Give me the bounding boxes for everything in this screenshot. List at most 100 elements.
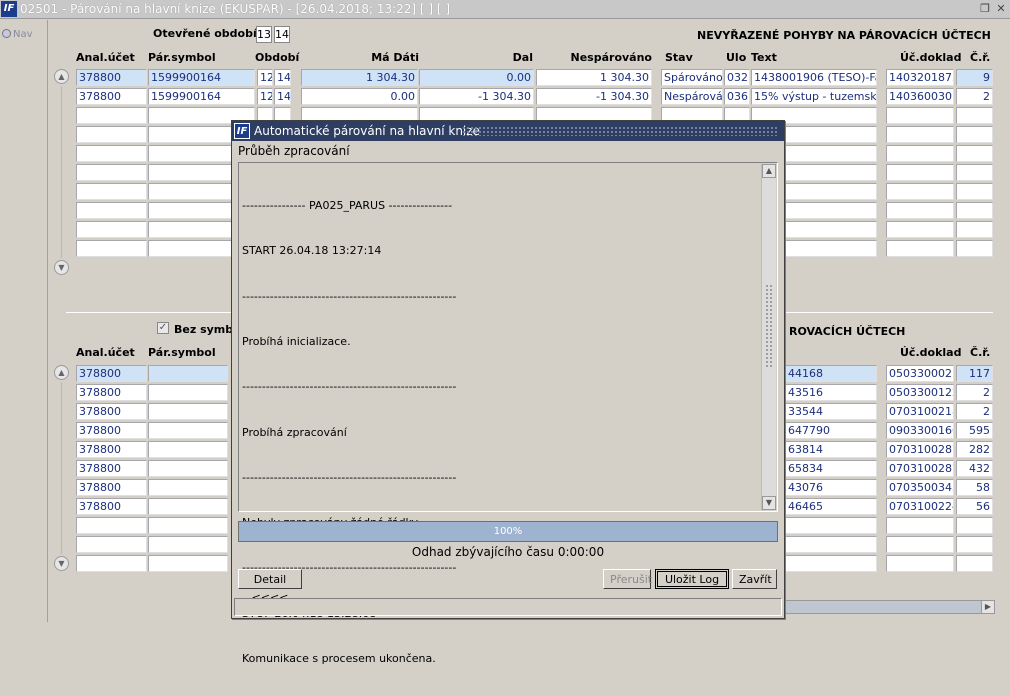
cell-text[interactable]: 44168 <box>785 365 877 382</box>
scroll-down-button[interactable]: ▼ <box>54 260 69 275</box>
close-icon[interactable]: ✕ <box>994 2 1008 16</box>
empty-cell[interactable] <box>956 126 993 143</box>
cell-cr[interactable] <box>956 555 993 572</box>
cell-cr[interactable]: 117 <box>956 365 993 382</box>
cell-par-symbol[interactable] <box>148 555 228 572</box>
cell-text[interactable]: 33544 <box>785 403 877 420</box>
log-output[interactable]: ---------------- PA025_PARUS -----------… <box>238 162 778 665</box>
cell-cr[interactable]: 56 <box>956 498 993 515</box>
empty-cell[interactable] <box>76 145 147 162</box>
cell-anal-ucet[interactable]: 378800 <box>76 441 147 458</box>
cell-ulo[interactable]: 032 <box>724 69 750 86</box>
scroll-thumb[interactable] <box>765 284 773 369</box>
cell-par-symbol[interactable] <box>148 517 228 534</box>
cell-cr[interactable] <box>956 536 993 553</box>
cell-anal-ucet[interactable]: 378800 <box>76 422 147 439</box>
cell-cr[interactable]: 2 <box>956 88 993 105</box>
empty-cell[interactable] <box>76 202 147 219</box>
cell-cr[interactable]: 282 <box>956 441 993 458</box>
empty-cell[interactable] <box>76 126 147 143</box>
restore-icon[interactable]: ❐ <box>978 2 992 16</box>
cell-nesparovano[interactable]: -1 304.30 <box>536 88 652 105</box>
cell-uc-doklad[interactable]: 0703500345 <box>886 479 954 496</box>
cell-par-symbol[interactable] <box>148 460 228 477</box>
cell-par-symbol[interactable] <box>148 498 228 515</box>
empty-cell[interactable] <box>956 202 993 219</box>
cell-anal-ucet[interactable]: 378800 <box>76 479 147 496</box>
cell-cr[interactable] <box>956 517 993 534</box>
cell-text[interactable]: 1438001906 (TESO)-Fakt <box>751 69 877 86</box>
cell-uc-doklad[interactable]: 0503300122 <box>886 384 954 401</box>
cell-par-symbol[interactable] <box>148 479 228 496</box>
cell-anal-ucet[interactable] <box>76 517 147 534</box>
cell-anal-ucet[interactable]: 378800 <box>76 88 147 105</box>
cell-uc-doklad[interactable] <box>886 517 954 534</box>
scroll-up-icon[interactable]: ▲ <box>762 164 776 178</box>
cell-cr[interactable]: 595 <box>956 422 993 439</box>
cell-uc-doklad[interactable]: 1403201873 <box>886 69 954 86</box>
cell-cr[interactable]: 9 <box>956 69 993 86</box>
cell-text[interactable]: 46465 <box>785 498 877 515</box>
cell-text[interactable]: 15% výstup - tuzemsko <box>751 88 877 105</box>
cell-cr[interactable]: 432 <box>956 460 993 477</box>
cell-text[interactable] <box>785 517 877 534</box>
cell-anal-ucet[interactable]: 378800 <box>76 365 147 382</box>
empty-cell[interactable] <box>956 164 993 181</box>
scroll-down-button[interactable]: ▼ <box>54 556 69 571</box>
cell-uc-doklad[interactable]: 1403600301 <box>886 88 954 105</box>
bez-symbolu-checkbox[interactable]: ✓ <box>157 322 169 334</box>
scroll-right-icon[interactable]: ▶ <box>981 601 994 613</box>
empty-cell[interactable] <box>956 107 993 124</box>
cell-par-symbol[interactable] <box>148 365 228 382</box>
cell-obdobi-to[interactable]: 14 <box>274 88 291 105</box>
interrupt-button[interactable]: Přerušit <box>603 569 652 589</box>
cell-text[interactable]: 43076 <box>785 479 877 496</box>
cell-anal-ucet[interactable]: 378800 <box>76 460 147 477</box>
cell-uc-doklad[interactable]: 0703100218 <box>886 403 954 420</box>
save-log-button[interactable]: Uložit Log <box>655 569 729 589</box>
empty-cell[interactable] <box>956 145 993 162</box>
empty-cell[interactable] <box>886 145 954 162</box>
cell-text[interactable]: 63814 <box>785 441 877 458</box>
cell-anal-ucet[interactable]: 378800 <box>76 403 147 420</box>
empty-cell[interactable] <box>886 164 954 181</box>
log-scrollbar[interactable]: ▲ ▼ <box>761 164 776 510</box>
cell-text[interactable]: 647790 <box>785 422 877 439</box>
cell-cr[interactable]: 2 <box>956 384 993 401</box>
empty-cell[interactable] <box>956 240 993 257</box>
cell-uc-doklad[interactable]: 0703100287 <box>886 460 954 477</box>
cell-text[interactable] <box>785 536 877 553</box>
cell-par-symbol[interactable] <box>148 536 228 553</box>
cell-par-symbol[interactable] <box>148 441 228 458</box>
cell-uc-doklad[interactable]: 0703100224 <box>886 498 954 515</box>
close-button[interactable]: Zavřít <box>732 569 777 589</box>
empty-cell[interactable] <box>956 183 993 200</box>
cell-dal[interactable]: 0.00 <box>419 69 534 86</box>
empty-cell[interactable] <box>76 183 147 200</box>
cell-nesparovano[interactable]: 1 304.30 <box>536 69 652 86</box>
cell-par-symbol[interactable] <box>148 422 228 439</box>
cell-ulo[interactable]: 036 <box>724 88 750 105</box>
cell-ma-dati[interactable]: 1 304.30 <box>301 69 418 86</box>
cell-uc-doklad[interactable]: 0503300021 <box>886 365 954 382</box>
cell-obdobi-from[interactable]: 12 <box>257 88 273 105</box>
cell-par-symbol[interactable]: 1599900164 <box>148 69 255 86</box>
detail-button[interactable]: Detail <<<< <box>238 569 302 604</box>
empty-cell[interactable] <box>886 240 954 257</box>
cell-uc-doklad[interactable]: 0703100287 <box>886 441 954 458</box>
empty-cell[interactable] <box>886 126 954 143</box>
empty-cell[interactable] <box>886 221 954 238</box>
dialog-titlebar[interactable]: IF Automatické párování na hlavní knize <box>232 121 784 141</box>
nav-button[interactable]: Nav <box>2 29 33 40</box>
cell-uc-doklad[interactable] <box>886 536 954 553</box>
cell-stav[interactable]: Spárováno <box>661 69 723 86</box>
cell-anal-ucet[interactable] <box>76 536 147 553</box>
empty-cell[interactable] <box>886 107 954 124</box>
scroll-down-icon[interactable]: ▼ <box>762 496 776 510</box>
cell-obdobi-from[interactable]: 12 <box>257 69 273 86</box>
scroll-up-button[interactable]: ▲ <box>54 69 69 84</box>
cell-uc-doklad[interactable] <box>886 555 954 572</box>
horizontal-scrollbar[interactable]: ▶ <box>785 600 995 614</box>
cell-text[interactable]: 43516 <box>785 384 877 401</box>
cell-obdobi-to[interactable]: 14 <box>274 69 291 86</box>
